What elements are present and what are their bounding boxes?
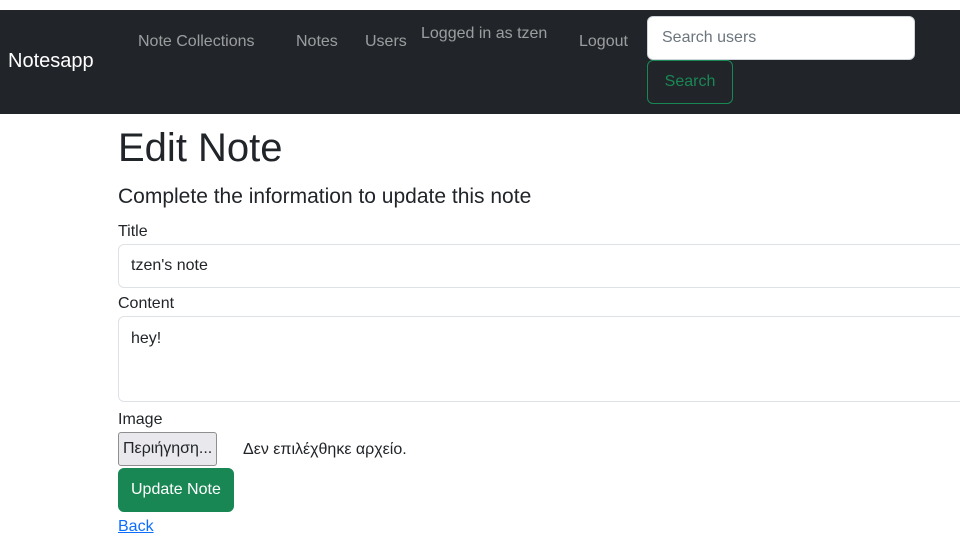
nav-link-notes[interactable]: Notes <box>296 33 338 51</box>
search-users-input[interactable] <box>647 16 915 60</box>
nav-link-logout[interactable]: Logout <box>579 33 628 51</box>
nav-link-note-collections[interactable]: Note Collections <box>138 33 255 51</box>
content-label: Content <box>118 295 175 312</box>
brand-link[interactable]: Notesapp <box>8 50 94 73</box>
page-title: Edit Note <box>118 126 283 170</box>
title-input[interactable] <box>118 244 960 288</box>
search-button[interactable]: Search <box>647 60 733 104</box>
back-link[interactable]: Back <box>118 518 154 536</box>
file-browse-button[interactable]: Περιήγηση... <box>118 432 218 466</box>
image-label: Image <box>118 411 163 428</box>
logged-in-text: Logged in as tzen <box>421 25 548 42</box>
page-subtitle: Complete the information to update this … <box>118 185 532 208</box>
content-textarea[interactable]: hey! <box>118 316 960 402</box>
navbar: Notesapp Note Collections Notes Users Lo… <box>0 10 960 114</box>
nav-link-users[interactable]: Users <box>365 33 407 51</box>
update-note-button[interactable]: Update Note <box>118 468 234 512</box>
file-status-text: Δεν επιλέχθηκε αρχείο. <box>243 441 407 458</box>
title-label: Title <box>118 223 148 240</box>
